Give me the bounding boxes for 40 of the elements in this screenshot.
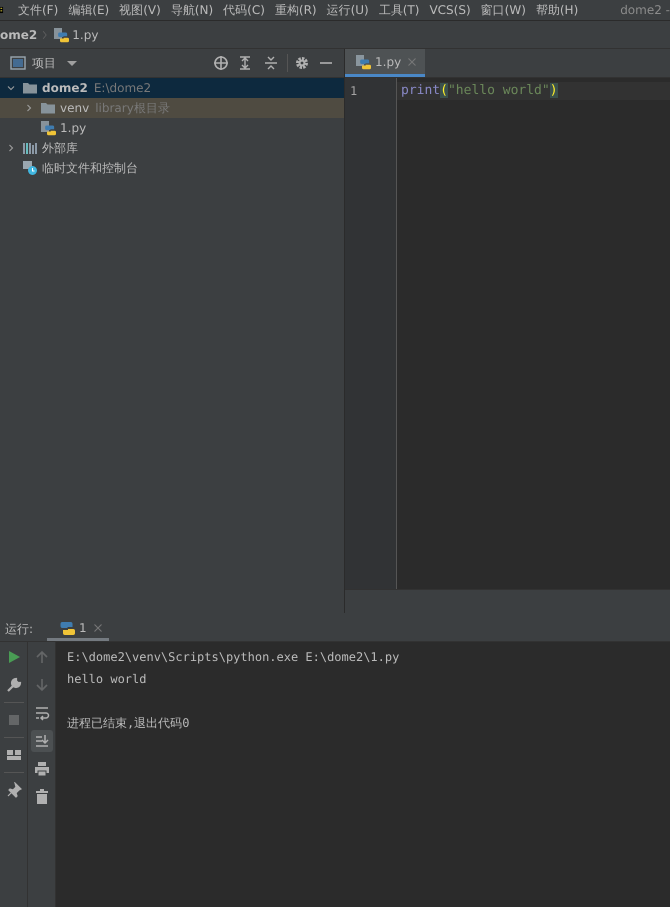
python-file-icon	[40, 120, 56, 136]
tree-item[interactable]: 临时文件和控制台	[42, 160, 138, 176]
path-hint: E:\dome2	[94, 81, 152, 95]
menu-item[interactable]: 运行(U)	[322, 0, 374, 20]
menu-item[interactable]: 文件(F)	[13, 0, 64, 20]
tree-item[interactable]: 外部库	[42, 140, 78, 156]
menu-item[interactable]: 导航(N)	[166, 0, 218, 20]
menu-item[interactable]: 编辑(E)	[63, 0, 114, 20]
line-number: 1	[349, 83, 358, 100]
folder-icon	[22, 80, 38, 96]
settings-icon[interactable]	[294, 55, 310, 71]
console-line: E:\dome2\venv\Scripts\python.exe E:\dome2\1.py	[67, 649, 400, 666]
menu-item[interactable]: 代码(C)	[218, 0, 270, 20]
tree-item[interactable]: venv	[60, 101, 90, 115]
python-file-icon	[53, 26, 70, 42]
tree-item[interactable]: dome2	[42, 81, 88, 95]
menu-item[interactable]: 窗口(W)	[476, 0, 531, 20]
breadcrumb-item[interactable]: 1.py	[72, 28, 98, 42]
code-line: print("hello world")	[401, 82, 558, 100]
menu-item[interactable]: 帮助(H)	[530, 0, 584, 20]
menu-item[interactable]: 工具(T)	[374, 0, 424, 20]
editor-tab[interactable]: 1.py	[345, 49, 426, 77]
folder-icon	[40, 100, 56, 116]
crosshair-icon[interactable]	[213, 55, 229, 71]
console-line: hello world	[67, 671, 148, 688]
console-line: 进程已结束,退出代码0	[67, 715, 190, 732]
menu-item[interactable]: 重构(R)	[270, 0, 322, 20]
scroll-to-end-icon[interactable]	[30, 730, 52, 752]
python-icon	[59, 620, 76, 636]
tree-item[interactable]: 1.py	[60, 121, 86, 135]
python-file-icon	[355, 54, 371, 70]
menu-item[interactable]: VCS(S)	[424, 0, 476, 20]
window-title: dome2 -	[620, 3, 670, 17]
breadcrumb-item[interactable]: ome2	[0, 28, 38, 42]
panel-title[interactable]: 项目	[32, 54, 56, 72]
menu-item[interactable]: 视图(V)	[114, 0, 166, 20]
library-icon	[22, 140, 38, 156]
panel-icon	[10, 55, 26, 71]
panel-label: 运行:	[5, 620, 34, 638]
scratch-icon	[22, 160, 38, 176]
